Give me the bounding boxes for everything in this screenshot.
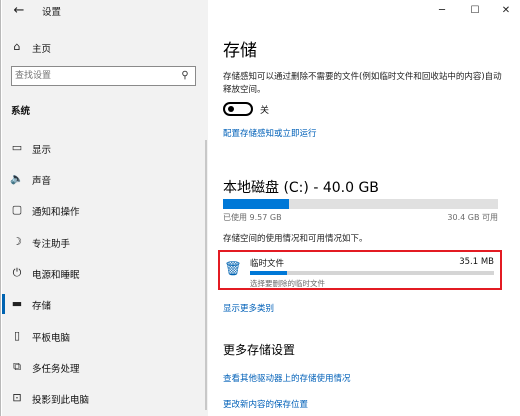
toggle-knob <box>228 106 234 112</box>
disk-title: 本地磁盘 (C:) - 40.0 GB <box>223 180 379 196</box>
storage-sense-description: 存储感知可以通过删除不需要的文件(例如临时文件和回收站中的内容)自动释放空间。 <box>223 72 502 95</box>
temp-files-item[interactable]: 🗑 临时文件 35.1 MB 选择要删除的临时文件 <box>218 250 502 290</box>
sidebar-item-multitasking[interactable]: ⧉ 多任务处理 <box>10 360 200 376</box>
configure-storage-sense-link[interactable]: 配置存储感知或立即运行 <box>223 127 317 139</box>
storage-icon: ▬ <box>11 297 23 310</box>
tablet-icon: ▯ <box>13 329 21 342</box>
temp-files-bar <box>250 271 494 275</box>
multitask-icon: ⧉ <box>13 360 21 373</box>
trash-icon: 🗑 <box>224 261 242 277</box>
sidebar-item-tablet[interactable]: ▯ 平板电脑 <box>10 329 200 345</box>
disk-usage-fill <box>223 199 289 209</box>
main-content: ─ ☐ ✕ 存储 存储感知可以通过删除不需要的文件(例如临时文件和回收站中的内容… <box>208 0 520 416</box>
sidebar-item-storage[interactable]: ▬ 存储 <box>2 294 200 314</box>
back-arrow-icon[interactable]: ← <box>8 2 30 20</box>
sidebar-item-label: 投影到此电脑 <box>32 395 90 406</box>
sidebar: ← 设置 ⌂ 主页 ⚲ 系统 ▭ 显示 🔈 声音 ▢ 通知和操作 ☽ 专注助手 <box>2 0 208 416</box>
temp-files-label: 临时文件 <box>250 259 285 269</box>
sidebar-item-home[interactable]: ⌂ 主页 <box>10 40 200 56</box>
storage-sense-toggle[interactable] <box>223 102 253 116</box>
search-input[interactable] <box>15 69 175 83</box>
sidebar-item-label: 专注助手 <box>32 239 71 250</box>
sidebar-item-label: 平板电脑 <box>32 333 71 344</box>
temp-files-fill <box>250 271 287 275</box>
settings-window: ← 设置 ⌂ 主页 ⚲ 系统 ▭ 显示 🔈 声音 ▢ 通知和操作 ☽ 专注助手 <box>0 0 520 416</box>
show-more-categories-link[interactable]: 显示更多类别 <box>223 302 274 314</box>
app-title: 设置 <box>42 7 62 18</box>
home-icon: ⌂ <box>13 40 21 53</box>
change-save-location-link[interactable]: 更改新内容的保存位置 <box>223 398 308 410</box>
sidebar-item-label: 电源和睡眠 <box>32 270 80 281</box>
minimize-button[interactable]: ─ <box>427 0 457 22</box>
section-heading: 系统 <box>11 106 31 117</box>
page-title: 存储 <box>223 41 257 61</box>
sidebar-item-notifications[interactable]: ▢ 通知和操作 <box>10 203 200 219</box>
more-storage-settings-title: 更多存储设置 <box>223 343 296 357</box>
sidebar-item-label: 通知和操作 <box>32 207 80 218</box>
sidebar-item-display[interactable]: ▭ 显示 <box>10 141 200 157</box>
search-icon[interactable]: ⚲ <box>178 69 192 83</box>
disk-free-label: 30.4 GB 可用 <box>447 213 498 222</box>
temp-files-hint: 选择要删除的临时文件 <box>250 279 325 288</box>
notification-icon: ▢ <box>11 203 23 216</box>
toggle-state-label: 关 <box>260 106 270 116</box>
monitor-icon: ▭ <box>11 141 23 154</box>
sidebar-item-label: 主页 <box>32 44 52 55</box>
sidebar-item-label: 显示 <box>32 145 52 156</box>
sidebar-item-power-sleep[interactable]: ⏻ 电源和睡眠 <box>10 266 200 282</box>
other-drives-usage-link[interactable]: 查看其他驱动器上的存储使用情况 <box>223 372 351 384</box>
sidebar-item-project-to-pc[interactable]: ⊡ 投影到此电脑 <box>10 391 200 407</box>
speaker-icon: 🔈 <box>10 172 24 185</box>
sidebar-item-label: 声音 <box>32 176 52 187</box>
sidebar-item-label: 多任务处理 <box>32 364 80 375</box>
search-box[interactable]: ⚲ <box>11 66 196 86</box>
sidebar-item-label: 存储 <box>32 301 52 312</box>
temp-files-size: 35.1 MB <box>459 257 494 267</box>
moon-icon: ☽ <box>12 235 22 248</box>
maximize-button[interactable]: ☐ <box>460 0 490 22</box>
projector-icon: ⊡ <box>12 391 22 404</box>
disk-usage-bar <box>223 199 498 209</box>
usage-description: 存储空间的使用情况和可用情况如下。 <box>223 234 368 244</box>
disk-used-label: 已使用 9.57 GB <box>223 213 282 222</box>
sidebar-item-sound[interactable]: 🔈 声音 <box>10 172 200 188</box>
close-button[interactable]: ✕ <box>491 0 520 22</box>
power-icon: ⏻ <box>12 266 22 279</box>
sidebar-item-focus-assist[interactable]: ☽ 专注助手 <box>10 235 200 251</box>
sidebar-scrollbar[interactable] <box>205 140 207 410</box>
